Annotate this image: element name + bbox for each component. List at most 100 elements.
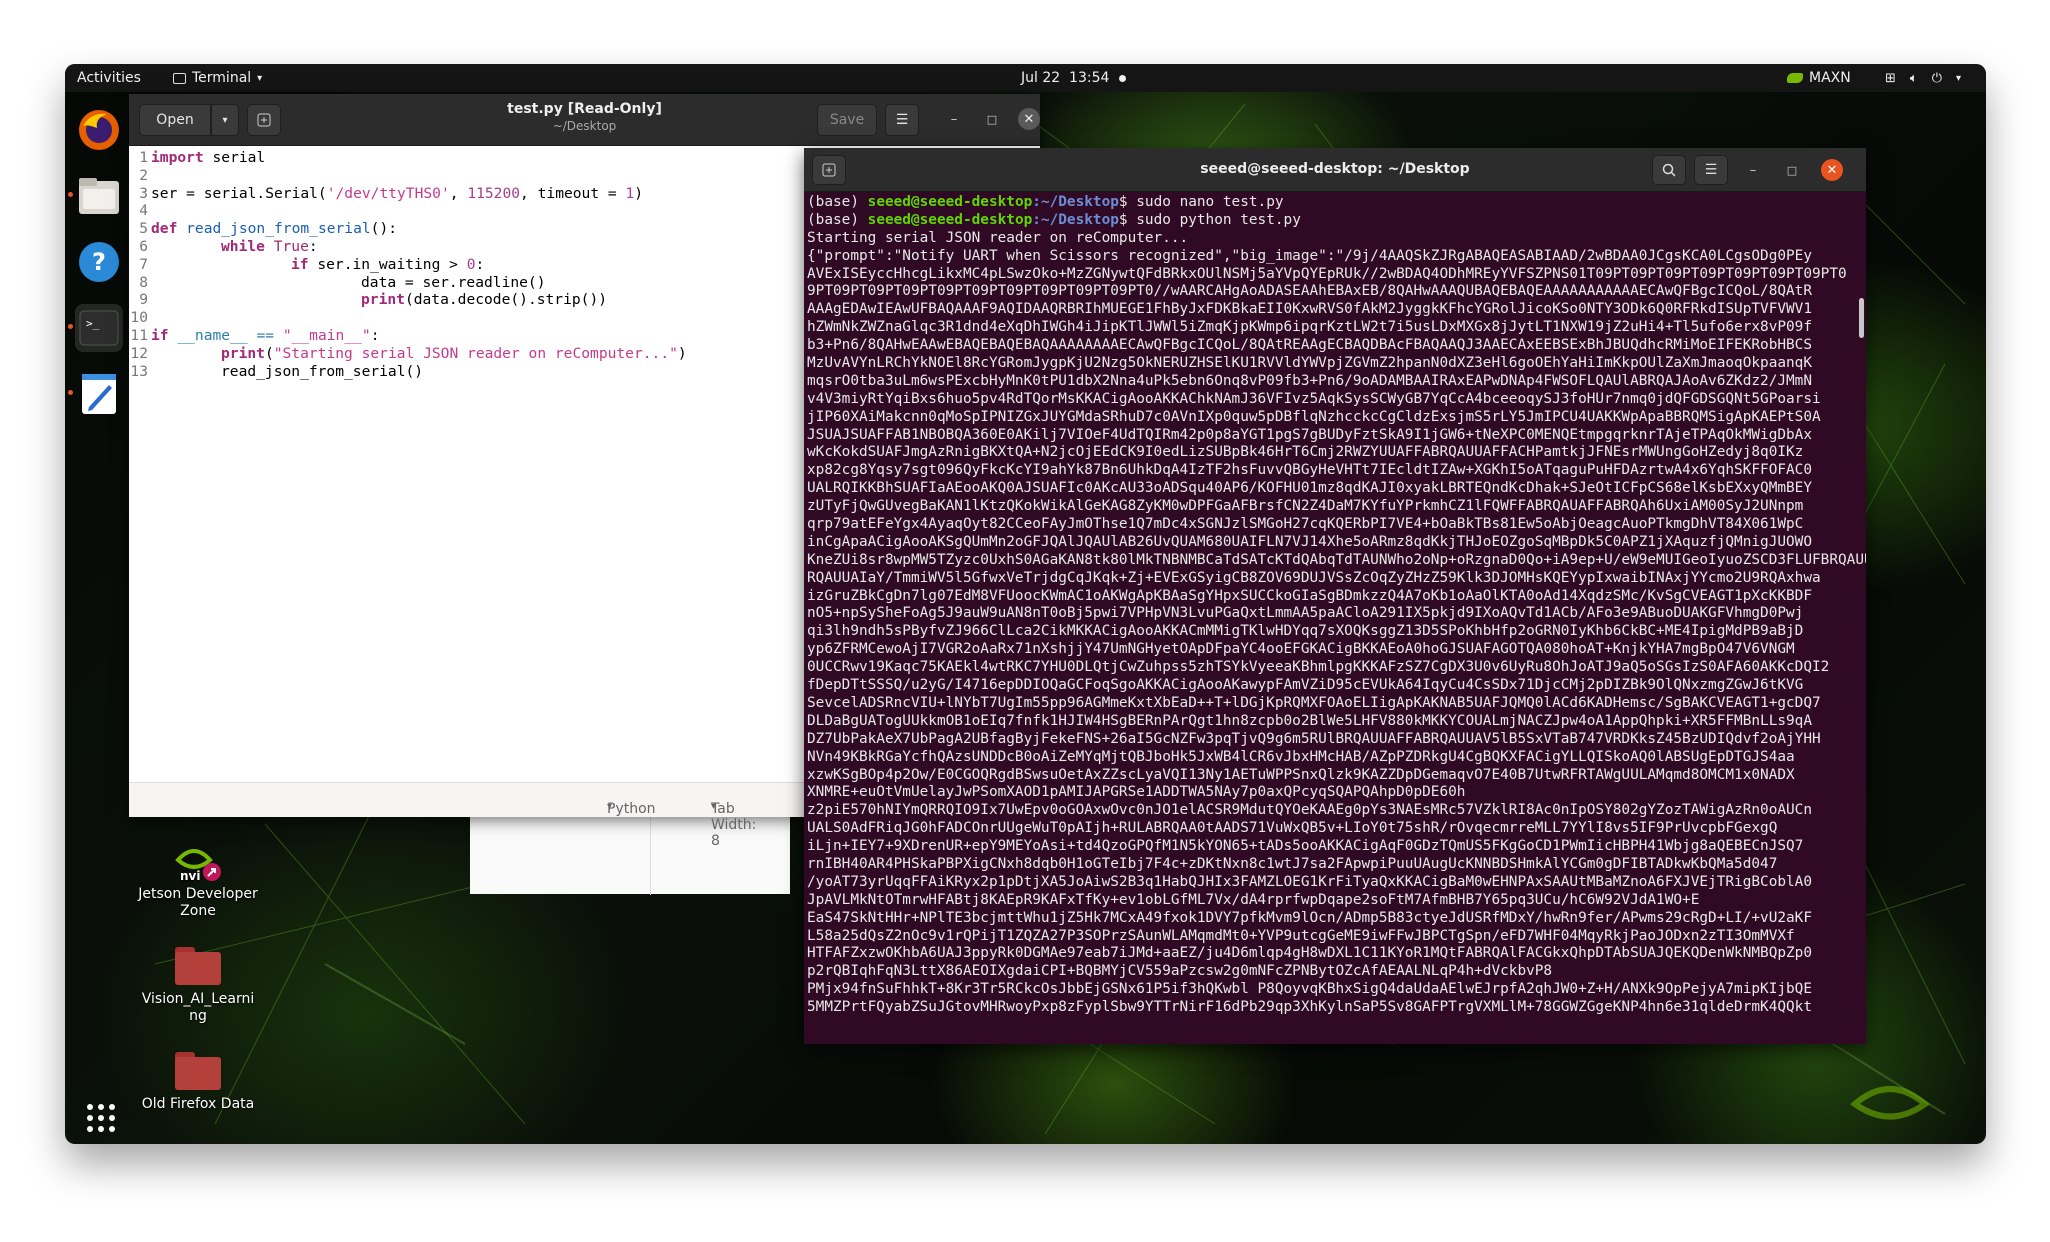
caret-down-icon: ▾ (607, 801, 613, 812)
show-applications-button[interactable] (77, 1094, 125, 1142)
help-launcher[interactable]: ? (75, 238, 123, 286)
keyword: import (151, 149, 204, 166)
notification-dot-icon (1119, 74, 1127, 82)
output-line: DZ7UbPakAeX7UbPagA2UBfagByjFekeFNS+26aI5… (807, 730, 1821, 747)
terminal-icon: >_ (79, 310, 119, 346)
save-button[interactable]: Save (817, 104, 877, 136)
conda-env: (base) (807, 211, 868, 228)
string-literal: "Starting serial JSON reader on reComput… (273, 344, 678, 362)
power-mode-indicator[interactable]: MAXN (1787, 64, 1851, 92)
line-number: 5 (139, 220, 148, 238)
top-bar: Activities Terminal ▾ Jul 22 13:54 MAXN … (65, 64, 1986, 92)
terminal-headerbar: seeed@seeed-desktop: ~/Desktop ☰ – □ ✕ (804, 148, 1866, 192)
prompt-line: (base) seeed@seeed-desktop:~/Desktop$ su… (807, 212, 1866, 230)
output-line: inCgApaACigAooAKSgQUmMn2oGFJQAlJQAUlAB26… (807, 533, 1813, 550)
output-line: b3+Pn6/8QAHwEAAwEBAQEBAQEBAQAAAAAAAAECAw… (807, 337, 1813, 354)
output-line: nO5+npSySheFoAg5J9auW9uAN8nT0oBj5pwi7VPH… (807, 605, 1804, 622)
close-button[interactable]: ✕ (1821, 159, 1843, 181)
running-indicator-icon (68, 390, 73, 395)
code-text: __name__ == (168, 326, 283, 344)
code-text: ser.in_waiting > (308, 255, 467, 273)
desktop-icon-vision-ai[interactable]: Vision_AI_Learning (128, 947, 268, 1025)
terminal-launcher[interactable]: >_ (68, 304, 123, 352)
line-number: 7 (139, 255, 148, 273)
output-line: AAAgEDAwIEAwUFBAQAAAF9AQIDAAQRBRIhMUEGE1… (807, 301, 1813, 318)
code-text: : (308, 237, 318, 255)
app-menu[interactable]: Terminal ▾ (173, 64, 262, 92)
power-icon: ⏻ (1931, 70, 1943, 86)
terminal-output[interactable]: (base) seeed@seeed-desktop:~/Desktop$ su… (804, 192, 1866, 1044)
folder-icon (175, 1052, 221, 1090)
caret-down-icon: ▾ (257, 72, 263, 84)
text-editor-icon (82, 374, 116, 414)
minimize-button[interactable]: – (1742, 159, 1764, 181)
output-line: qi3lh9ndh5sPByfvZJ966ClLca2CikMKKACigAoo… (807, 623, 1804, 640)
text-editor-launcher[interactable] (68, 370, 123, 418)
output-line: AVExISEyccHhcgLikxMC4pLSwzOko+MzZGNywtQF… (807, 265, 1847, 282)
editor-headerbar: Open ▾ test.py [Read-Only] ~/Desktop Sav… (129, 94, 1040, 146)
desktop-screen: Activities Terminal ▾ Jul 22 13:54 MAXN … (65, 64, 1986, 1144)
prompt-path: :~/Desktop (1032, 211, 1119, 228)
output-line: HTFAFZxzwOKhbA6UAJ3ppyRk0DGMAe97eab7iJMd… (807, 945, 1813, 962)
output-line: Starting serial JSON reader on reCompute… (807, 229, 1189, 246)
number-literal: 1 (625, 184, 635, 202)
desktop-icon-old-firefox-data[interactable]: Old Firefox Data (128, 1052, 268, 1113)
output-line: RQAUUAIaY/TmmiWV5l5GfwxVeTrjdgCqJKqk+Zj+… (807, 569, 1821, 586)
output-line: wKcKokdSUAFJmgAzRnigBKXtQA+N2jcOjEEdCK9I… (807, 444, 1804, 461)
prompt-line: (base) seeed@seeed-desktop:~/Desktop$ su… (807, 194, 1866, 212)
line-number: 1 (139, 149, 148, 166)
function-name: read_json_from_serial (177, 220, 371, 238)
desktop-icon-label: Jetson Developer Zone (138, 886, 258, 919)
maximize-button[interactable]: □ (981, 108, 1003, 130)
firefox-launcher[interactable] (75, 106, 123, 154)
keyword: def (151, 220, 178, 238)
code-text: serial (203, 149, 266, 166)
constant: True (264, 237, 309, 255)
prompt-path: :~/Desktop (1032, 194, 1119, 210)
line-number: 11 (130, 326, 148, 344)
close-button[interactable]: ✕ (1018, 108, 1040, 130)
activities-button[interactable]: Activities (77, 64, 141, 92)
output-line: EaS47SkNtHHr+NPlTE3bcjmttWhu1jZ5Hk7MCxA4… (807, 909, 1813, 926)
volume-icon: 🔈︎ (1909, 70, 1918, 86)
maximize-button[interactable]: □ (1781, 159, 1803, 181)
svg-text:>_: >_ (86, 317, 100, 330)
output-line: zUTyFjQwGUvegBaKAN1lKtzQKokWikAlGeKAG8Zy… (807, 498, 1804, 515)
output-line: rnIBH40AR4PHSkaPBPXigCNxh8dqb0H1oGTeIbj7… (807, 855, 1778, 872)
output-line: p2rQBIqhFqN3LttX86AEOIXgdaiCPI+BQBMYjCV5… (807, 963, 1553, 980)
code-text: (): (370, 220, 398, 238)
caret-down-icon: ▾ (711, 801, 717, 812)
terminal-window: seeed@seeed-desktop: ~/Desktop ☰ – □ ✕ (… (804, 148, 1866, 1044)
minimize-button[interactable]: – (943, 108, 965, 130)
files-launcher[interactable] (68, 172, 123, 220)
line-number: 8 (139, 273, 148, 291)
hamburger-icon: ☰ (1704, 162, 1718, 178)
svg-text:?: ? (92, 248, 106, 276)
builtin: print (361, 291, 405, 309)
clock-label: Jul 22 13:54 (1021, 70, 1110, 86)
output-line: {"prompt":"Notify UART when Scissors rec… (807, 247, 1813, 264)
code-text: (data.decode().strip()) (404, 291, 608, 309)
output-line: JSUAJSUAFFAB1NBOBQA360E0AKilj7VIOeF4UdTQ… (807, 426, 1813, 443)
nvidia-launcher-icon: nvi (175, 849, 221, 883)
desktop-icon-jetson[interactable]: nvi Jetson Developer Zone (128, 840, 268, 920)
clock[interactable]: Jul 22 13:54 (1021, 64, 1127, 92)
code-text: , timeout = (520, 184, 626, 202)
tab-width-label: Tab Width: 8 (711, 801, 757, 849)
number-literal: 0 (466, 255, 476, 273)
code-text: : (370, 326, 380, 344)
hamburger-menu-button[interactable]: ☰ (1694, 155, 1728, 185)
terminal-scrollbar[interactable] (1859, 298, 1864, 338)
keyword: if (151, 326, 169, 344)
code-text: ser = serial.Serial( (151, 184, 327, 202)
output-line: PMjx94fnSuFhhkT+8Kr3Tr5RCkcOsJbbEjGSNx61… (807, 981, 1813, 998)
output-line: NVn49KBkRGaYcfhQAzsUNDDcB0oAiZeMYqMjtQBJ… (807, 748, 1795, 765)
system-menu[interactable]: ⊞ 🔈︎ ⏻ ▾ (1885, 64, 1961, 92)
hamburger-menu-button[interactable]: ☰ (885, 104, 919, 136)
line-number: 2 (139, 166, 148, 184)
running-indicator-icon (68, 324, 73, 329)
power-mode-label: MAXN (1809, 70, 1851, 86)
search-button[interactable] (1652, 155, 1686, 185)
network-icon: ⊞ (1885, 70, 1896, 86)
number-literal: 115200 (467, 184, 521, 202)
